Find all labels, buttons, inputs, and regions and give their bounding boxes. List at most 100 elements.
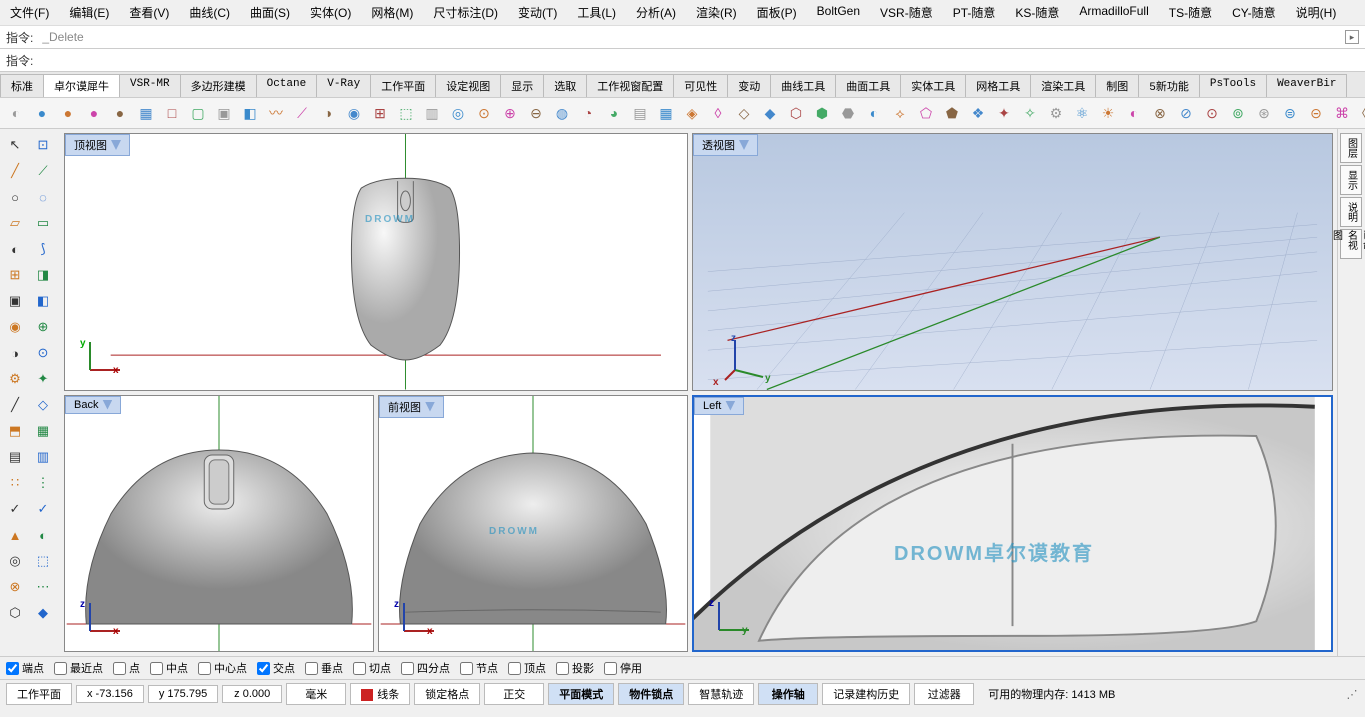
toolbox-button[interactable]: ⬡ xyxy=(2,601,28,625)
toolbox-button[interactable]: ⬒ xyxy=(2,419,28,443)
menu-item[interactable]: 实体(O) xyxy=(304,2,357,23)
toolbar-button[interactable]: ◈ xyxy=(680,101,704,125)
osnap-option[interactable]: 投影 xyxy=(556,660,594,676)
toolbar-tab[interactable]: 5新功能 xyxy=(1138,74,1200,97)
toolbox-button[interactable]: ⊕ xyxy=(30,315,56,339)
status-toggle[interactable]: 智慧轨迹 xyxy=(688,683,754,705)
viewport-front[interactable]: 前视图 DROWM x z xyxy=(378,395,688,653)
toolbar-button[interactable]: ⬡ xyxy=(784,101,808,125)
toolbar-tab[interactable]: 曲线工具 xyxy=(770,74,836,97)
viewport-top[interactable]: 顶视图 DROWM xyxy=(64,133,688,391)
menu-item[interactable]: VSR-随意 xyxy=(874,2,939,23)
toolbar-tab[interactable]: 卓尔谟犀牛 xyxy=(43,74,120,97)
status-cplane[interactable]: 工作平面 xyxy=(6,683,72,705)
status-unit[interactable]: 毫米 xyxy=(286,683,346,705)
dropdown-icon[interactable] xyxy=(425,402,435,412)
command-input[interactable] xyxy=(37,51,1359,69)
viewport-top-body[interactable]: DROWM xyxy=(65,134,687,390)
osnap-option[interactable]: 停用 xyxy=(604,660,642,676)
toolbar-tab[interactable]: 工作视窗配置 xyxy=(586,74,674,97)
toolbox-button[interactable]: ▥ xyxy=(30,445,56,469)
toolbox-button[interactable]: ▣ xyxy=(2,289,28,313)
toolbar-tab[interactable]: 网格工具 xyxy=(965,74,1031,97)
toolbar-button[interactable]: ◔ xyxy=(576,101,600,125)
toolbar-button[interactable]: ▢ xyxy=(186,101,210,125)
toolbox-button[interactable]: ✓ xyxy=(2,497,28,521)
right-panel-tab[interactable]: 图层 xyxy=(1340,133,1362,163)
right-panel-tab[interactable]: 说明 xyxy=(1340,197,1362,227)
menu-item[interactable]: PT-随意 xyxy=(947,2,1002,23)
menu-item[interactable]: 查看(V) xyxy=(123,2,175,23)
toolbar-button[interactable]: ◎ xyxy=(446,101,470,125)
viewport-left-body[interactable]: DROWM卓尔谟教育 xyxy=(694,397,1331,651)
status-toggle[interactable]: 平面模式 xyxy=(548,683,614,705)
toolbar-button[interactable]: ⬠ xyxy=(914,101,938,125)
osnap-checkbox[interactable] xyxy=(257,662,270,675)
status-toggle[interactable]: 正交 xyxy=(484,683,544,705)
viewport-back[interactable]: Back x z xyxy=(64,395,374,653)
toolbar-button[interactable]: ⟡ xyxy=(888,101,912,125)
toolbar-button[interactable]: ⊗ xyxy=(1148,101,1172,125)
osnap-option[interactable]: 中心点 xyxy=(198,660,247,676)
toolbar-tab[interactable]: 多边形建模 xyxy=(180,74,257,97)
toolbox-button[interactable]: ▭ xyxy=(30,211,56,235)
right-panel-tab[interactable]: 已命名视图 xyxy=(1340,229,1362,259)
status-layer[interactable]: 线条 xyxy=(350,683,410,705)
toolbox-button[interactable]: ↖ xyxy=(2,133,28,157)
menu-item[interactable]: 渲染(R) xyxy=(690,2,743,23)
toolbox-button[interactable]: ⟋ xyxy=(30,159,56,183)
toolbar-button[interactable]: ⚛ xyxy=(1070,101,1094,125)
toolbar-button[interactable]: ⊚ xyxy=(1226,101,1250,125)
toolbox-button[interactable]: ▦ xyxy=(30,419,56,443)
menu-item[interactable]: KS-随意 xyxy=(1009,2,1065,23)
toolbox-button[interactable]: ▤ xyxy=(2,445,28,469)
toolbox-button[interactable]: ⋯ xyxy=(30,575,56,599)
osnap-checkbox[interactable] xyxy=(113,662,126,675)
toolbox-button[interactable]: ⊙ xyxy=(30,341,56,365)
viewport-persp-header[interactable]: 透视图 xyxy=(693,134,758,156)
dropdown-icon[interactable] xyxy=(725,401,735,411)
viewport-back-header[interactable]: Back xyxy=(65,396,121,414)
osnap-option[interactable]: 切点 xyxy=(353,660,391,676)
toolbar-tab[interactable]: WeaverBir xyxy=(1266,74,1347,97)
toolbox-button[interactable]: ⬚ xyxy=(30,549,56,573)
osnap-checkbox[interactable] xyxy=(305,662,318,675)
viewport-left[interactable]: Left DROWM卓尔谟教育 y z xyxy=(692,395,1333,653)
menu-item[interactable]: 面板(P) xyxy=(751,2,803,23)
toolbox-button[interactable]: ◇ xyxy=(30,393,56,417)
toolbar-tab[interactable]: Octane xyxy=(256,74,318,97)
menu-item[interactable]: 分析(A) xyxy=(630,2,682,23)
toolbox-button[interactable]: ∷ xyxy=(2,471,28,495)
toolbar-button[interactable]: ● xyxy=(82,101,106,125)
toolbar-button[interactable]: □ xyxy=(160,101,184,125)
osnap-checkbox[interactable] xyxy=(460,662,473,675)
menu-item[interactable]: CY-随意 xyxy=(1226,2,1282,23)
toolbar-button[interactable]: ▣ xyxy=(212,101,236,125)
toolbar-button[interactable]: ⊛ xyxy=(1252,101,1276,125)
toolbar-button[interactable]: ⊕ xyxy=(498,101,522,125)
toolbar-button[interactable]: ☀ xyxy=(1096,101,1120,125)
menu-item[interactable]: 说明(H) xyxy=(1290,2,1343,23)
toolbar-tab[interactable]: 工作平面 xyxy=(370,74,436,97)
toolbar-tab[interactable]: 制图 xyxy=(1095,74,1139,97)
toolbox-button[interactable]: ◉ xyxy=(2,315,28,339)
osnap-option[interactable]: 点 xyxy=(113,660,140,676)
status-toggle[interactable]: 过滤器 xyxy=(914,683,974,705)
menu-item[interactable]: 工具(L) xyxy=(571,2,622,23)
toolbar-tab[interactable]: 实体工具 xyxy=(900,74,966,97)
osnap-option[interactable]: 顶点 xyxy=(508,660,546,676)
viewport-front-header[interactable]: 前视图 xyxy=(379,396,444,418)
toolbox-button[interactable]: ◐ xyxy=(30,523,56,547)
toolbox-button[interactable]: ⋮ xyxy=(30,471,56,495)
toolbox-button[interactable]: ○ xyxy=(2,185,28,209)
osnap-option[interactable]: 中点 xyxy=(150,660,188,676)
toolbar-button[interactable]: ⊙ xyxy=(1200,101,1224,125)
osnap-option[interactable]: 端点 xyxy=(6,660,44,676)
osnap-checkbox[interactable] xyxy=(508,662,521,675)
toolbar-tab[interactable]: 变动 xyxy=(727,74,771,97)
toolbar-button[interactable]: ◆ xyxy=(758,101,782,125)
toolbar-button[interactable]: ⬣ xyxy=(836,101,860,125)
dropdown-icon[interactable] xyxy=(739,140,749,150)
toolbox-button[interactable]: ◑ xyxy=(2,341,28,365)
toolbar-button[interactable]: ✦ xyxy=(992,101,1016,125)
